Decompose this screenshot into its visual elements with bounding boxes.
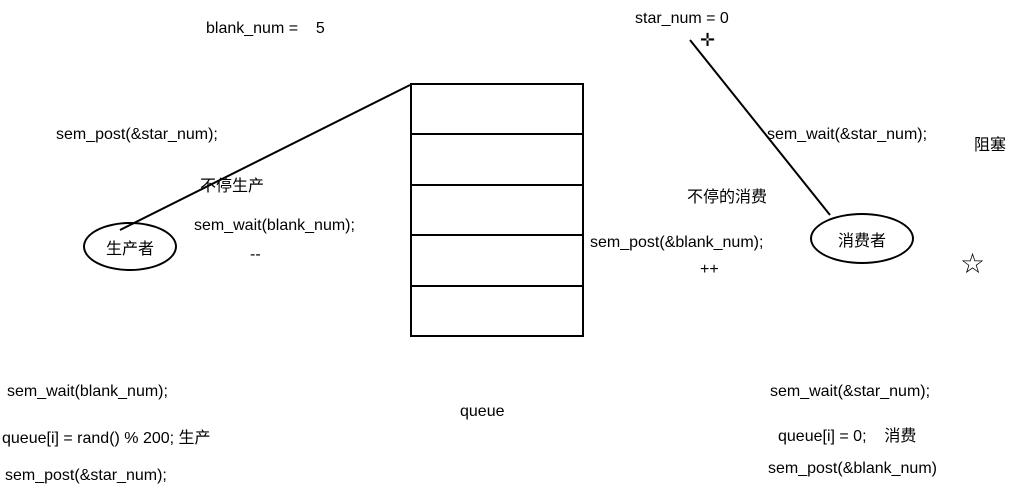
star-num-label: star_num = 0 [635, 10, 729, 28]
queue-box [410, 83, 584, 337]
consumer-continuous: 不停的消费 [687, 183, 767, 207]
consumer-code-line2a: queue[i] = 0; [778, 428, 867, 445]
consumer-code-line3: sem_post(&blank_num) [768, 460, 937, 478]
consumer-code-line1: sem_wait(&star_num); [770, 383, 930, 401]
consumer-increment: ++ [700, 261, 719, 279]
consumer-code-line2: queue[i] = 0; 消费 [778, 422, 916, 446]
producer-sem-wait: sem_wait(blank_num); [194, 217, 355, 235]
producer-ellipse-label: 生产者 [106, 235, 154, 259]
queue-cell [412, 135, 582, 185]
consumer-ellipse-label: 消费者 [838, 227, 886, 251]
star-icon: ☆ [960, 250, 985, 278]
producer-decrement: -- [250, 246, 261, 264]
queue-label: queue [460, 403, 505, 421]
queue-cell [412, 287, 582, 335]
consumer-ellipse: 消费者 [810, 213, 914, 264]
producer-code-line1: sem_wait(blank_num); [7, 383, 168, 401]
producer-code-line3: sem_post(&star_num); [5, 467, 167, 485]
consumer-code-line2b: 消费 [884, 428, 916, 445]
producer-continuous: 不停生产 [200, 172, 264, 196]
queue-cell [412, 186, 582, 236]
queue-cell [412, 236, 582, 286]
crosshair-icon: ✛ [700, 31, 715, 49]
consumer-sem-post: sem_post(&blank_num); [590, 234, 763, 252]
consumer-blocked: 阻塞 [974, 131, 1006, 155]
consumer-sem-wait: sem_wait(&star_num); [767, 126, 927, 144]
producer-ellipse: 生产者 [83, 222, 177, 271]
blank-num-label: blank_num = 5 [206, 20, 325, 38]
blank-num-value: 5 [316, 20, 325, 37]
producer-code-line2: queue[i] = rand() % 200; 生产 [2, 424, 211, 448]
blank-num-text: blank_num = [206, 20, 298, 37]
producer-sem-post: sem_post(&star_num); [56, 126, 218, 144]
queue-cell [412, 85, 582, 135]
